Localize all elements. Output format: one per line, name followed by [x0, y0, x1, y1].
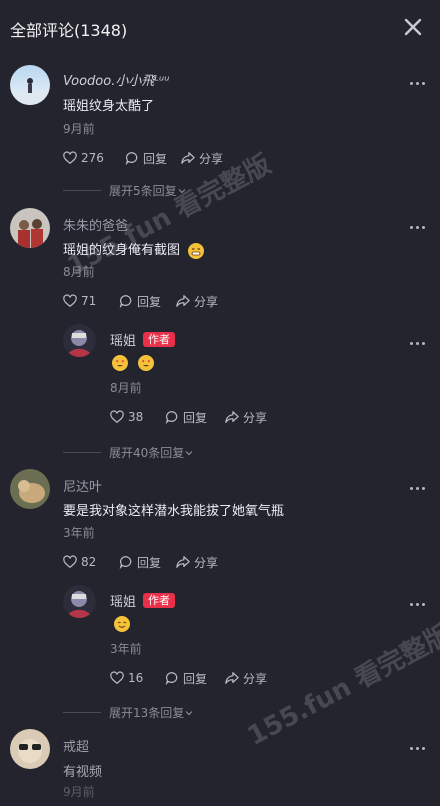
comment-text: 有视频 [63, 765, 103, 780]
reply-icon [125, 152, 138, 165]
share-icon [225, 672, 239, 684]
share-button[interactable]: 分享 [176, 552, 218, 572]
share-button[interactable]: 分享 [225, 407, 267, 427]
avatar[interactable] [10, 65, 50, 105]
comment-actions: 82 回复 分享 [63, 552, 313, 572]
reply-actions: 16 回复 分享 [110, 668, 310, 688]
share-button[interactable]: 分享 [225, 668, 267, 688]
share-icon [225, 411, 239, 423]
author-badge: 作者 [143, 332, 175, 347]
close-icon[interactable] [400, 14, 426, 40]
like-button[interactable]: 82 [63, 552, 96, 572]
reply-label: 回复 [183, 410, 208, 425]
comment-time: 9月前 [63, 122, 95, 136]
comment-actions: 276 回复 分享 [63, 148, 313, 168]
heart-icon [63, 294, 77, 308]
comment-author[interactable]: Voodoo.小小飛ᴸᵘᵘ [63, 70, 169, 89]
like-count: 82 [81, 555, 97, 569]
reply-button[interactable]: 回复 [125, 148, 167, 168]
heart-icon [63, 151, 77, 165]
grin-emoji-icon [188, 242, 205, 259]
comment-actions: 71 回复 分享 [63, 291, 313, 311]
smile-emoji-icon [114, 616, 130, 632]
like-count: 16 [128, 671, 144, 685]
avatar[interactable] [63, 324, 96, 357]
heart-eyes-emoji-icon [138, 355, 155, 371]
like-button[interactable]: 38 [110, 407, 143, 427]
more-options-icon[interactable] [410, 485, 426, 491]
like-count: 38 [128, 410, 144, 424]
heart-eyes-emoji-icon [112, 355, 128, 371]
avatar[interactable] [10, 469, 50, 509]
reply-label: 回复 [137, 294, 162, 309]
more-options-icon[interactable] [410, 224, 426, 230]
share-label: 分享 [194, 294, 219, 309]
reply-icon [165, 411, 178, 424]
avatar[interactable] [63, 585, 96, 618]
reply-actions: 38 回复 分享 [110, 407, 310, 427]
reply-button[interactable]: 回复 [165, 407, 207, 427]
comment-author[interactable]: 戒超 [63, 736, 89, 755]
reply-button[interactable]: 回复 [119, 291, 161, 311]
reply-label: 回复 [183, 671, 208, 686]
more-options-icon[interactable] [410, 745, 426, 751]
share-icon [176, 556, 190, 568]
more-options-icon[interactable] [410, 601, 426, 607]
share-button[interactable]: 分享 [181, 148, 223, 168]
share-label: 分享 [243, 410, 268, 425]
chevron-down-icon [185, 710, 193, 715]
reply-icon [119, 556, 132, 569]
share-label: 分享 [199, 151, 224, 166]
comment-text: 瑶姐纹身太酷了 [63, 99, 155, 114]
more-options-icon[interactable] [410, 80, 426, 86]
like-count: 276 [81, 151, 104, 165]
reply-time: 8月前 [110, 381, 142, 395]
comment-time: 9月前 [63, 785, 95, 799]
expand-label: 展开5条回复 [109, 184, 177, 198]
avatar[interactable] [10, 208, 50, 248]
expand-label: 展开13条回复 [109, 706, 185, 720]
more-options-icon[interactable] [410, 340, 426, 346]
share-label: 分享 [243, 671, 268, 686]
expand-replies-button[interactable]: 展开13条回复 [63, 704, 194, 721]
reply-text [114, 616, 130, 632]
like-button[interactable]: 276 [63, 148, 104, 168]
comment-author[interactable]: 尼达叶 [63, 476, 102, 495]
reply-time: 3年前 [110, 642, 142, 656]
like-count: 71 [81, 294, 97, 308]
comment-time: 3年前 [63, 526, 95, 540]
comment-text: 要是我对象这样潜水我能拔了她氧气瓶 [63, 504, 285, 519]
reply-label: 回复 [143, 151, 168, 166]
like-button[interactable]: 16 [110, 668, 143, 688]
comments-header: 全部评论(1348) [0, 0, 440, 56]
heart-icon [110, 671, 124, 685]
chevron-down-icon [185, 450, 193, 455]
reply-author[interactable]: 瑶姐 [110, 591, 136, 610]
reply-button[interactable]: 回复 [119, 552, 161, 572]
share-icon [176, 295, 190, 307]
reply-author[interactable]: 瑶姐 [110, 330, 136, 349]
chevron-down-icon [178, 188, 186, 193]
like-button[interactable]: 71 [63, 291, 96, 311]
reply-icon [165, 672, 178, 685]
comments-title: 全部评论(1348) [10, 21, 128, 40]
reply-icon [119, 295, 132, 308]
share-icon [181, 152, 195, 164]
reply-label: 回复 [137, 555, 162, 570]
reply-text [112, 355, 155, 371]
comment-author[interactable]: 朱朱的爸爸 [63, 215, 128, 234]
expand-label: 展开40条回复 [109, 446, 185, 460]
heart-icon [63, 555, 77, 569]
comment-text: 瑶姐的纹身俺有截图 [63, 239, 205, 259]
avatar[interactable] [10, 729, 50, 769]
share-button[interactable]: 分享 [176, 291, 218, 311]
expand-replies-button[interactable]: 展开5条回复 [63, 182, 187, 199]
author-badge: 作者 [143, 593, 175, 608]
expand-replies-button[interactable]: 展开40条回复 [63, 444, 194, 461]
reply-button[interactable]: 回复 [165, 668, 207, 688]
comment-time: 8月前 [63, 265, 95, 279]
share-label: 分享 [194, 555, 219, 570]
heart-icon [110, 410, 124, 424]
